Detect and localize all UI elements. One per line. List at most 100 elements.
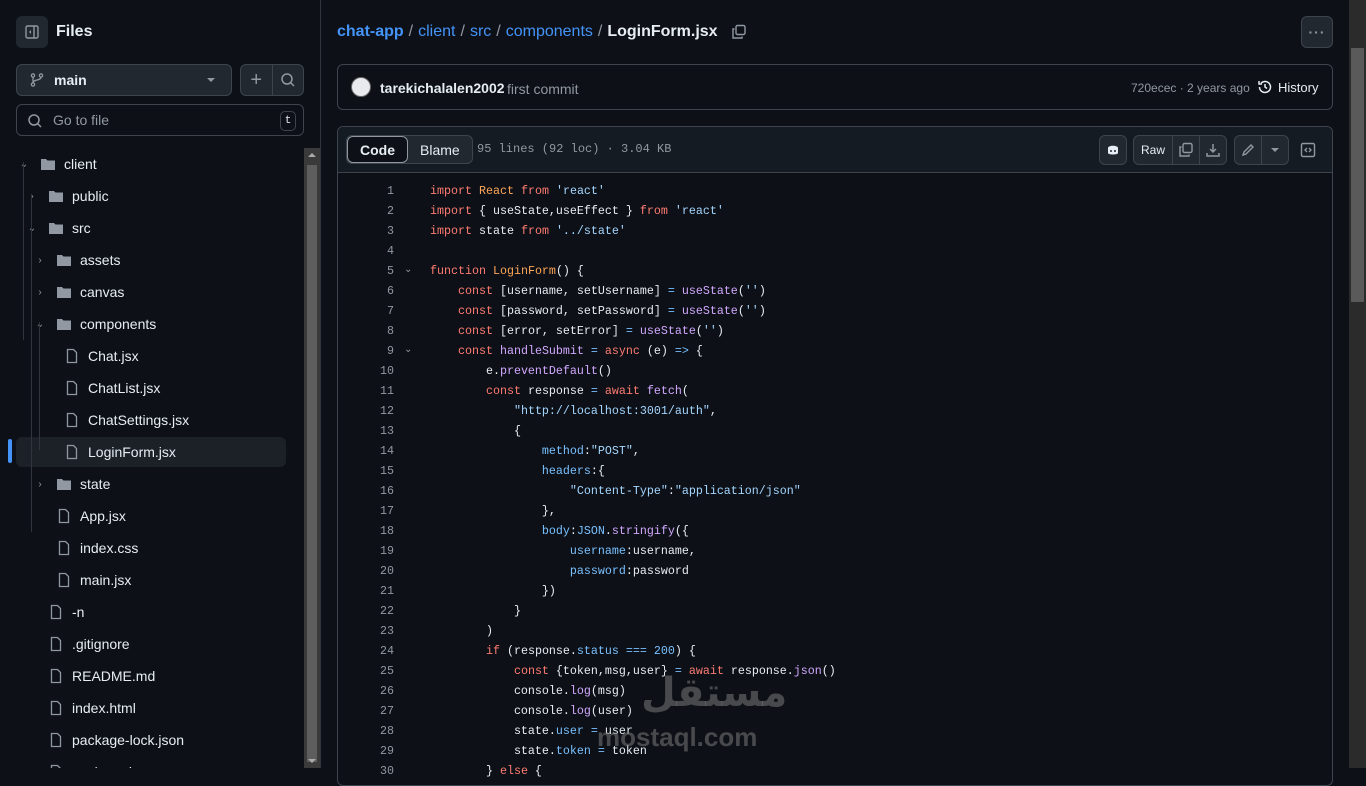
line-number[interactable]: 17 xyxy=(380,501,394,521)
search-icon xyxy=(281,73,295,87)
folder-icon xyxy=(48,188,64,207)
commit-author[interactable]: tarekichalalen2002 xyxy=(380,80,505,96)
copy-raw-button[interactable] xyxy=(1173,136,1200,164)
collapse-sidebar-button[interactable] xyxy=(16,16,48,48)
commit-sha-time[interactable]: 720ecec · 2 years ago xyxy=(1131,81,1250,95)
breadcrumb-client[interactable]: client xyxy=(418,23,455,41)
line-number[interactable]: 29 xyxy=(380,741,394,761)
tree-folder[interactable]: › assets xyxy=(16,245,286,275)
line-number[interactable]: 21 xyxy=(380,581,394,601)
tree-file[interactable]: index.css xyxy=(16,533,286,563)
tab-code[interactable]: Code xyxy=(347,136,408,163)
line-number[interactable]: 22 xyxy=(380,601,394,621)
line-number[interactable]: 18 xyxy=(380,521,394,541)
code-text: } xyxy=(430,604,521,618)
line-number[interactable]: 1 xyxy=(387,181,394,201)
tree-file[interactable]: package.json xyxy=(16,757,286,768)
tree-folder[interactable]: ⌄ components xyxy=(16,309,286,339)
tree-file[interactable]: -n xyxy=(16,597,286,627)
copy-path-icon[interactable] xyxy=(731,24,747,40)
page-scrollbar[interactable] xyxy=(1349,0,1366,768)
line-number[interactable]: 8 xyxy=(387,321,394,341)
chevron-down-icon[interactable]: ⌄ xyxy=(27,223,37,234)
line-number[interactable]: 10 xyxy=(380,361,394,381)
line-number[interactable]: 13 xyxy=(380,421,394,441)
search-button[interactable] xyxy=(273,65,304,95)
line-number[interactable]: 16 xyxy=(380,481,394,501)
line-number[interactable]: 20 xyxy=(380,561,394,581)
chevron-down-icon[interactable]: ⌄ xyxy=(19,159,29,170)
line-number[interactable]: 6 xyxy=(387,281,394,301)
add-file-button[interactable]: + xyxy=(241,65,273,95)
tree-file[interactable]: .gitignore xyxy=(16,629,286,659)
tree-file[interactable]: LoginForm.jsx xyxy=(16,437,286,467)
line-number[interactable]: 5 xyxy=(387,261,394,281)
line-number[interactable]: 3 xyxy=(387,221,394,241)
tree-folder[interactable]: ⌄ client xyxy=(16,149,286,179)
line-number[interactable]: 14 xyxy=(380,441,394,461)
download-button[interactable] xyxy=(1200,136,1226,164)
code-text: const [error, setError] = useState('') xyxy=(457,324,724,338)
tree-folder[interactable]: › state xyxy=(16,469,286,499)
tree-file[interactable]: ChatSettings.jsx xyxy=(16,405,286,435)
code-text: method:"POST", xyxy=(541,444,640,458)
breadcrumb-src[interactable]: src xyxy=(470,23,491,41)
code-line: 1 import React from 'react' xyxy=(338,181,1332,201)
commit-message[interactable]: first commit xyxy=(507,81,579,97)
chevron-down-icon[interactable]: ⌄ xyxy=(404,341,412,361)
plus-icon: + xyxy=(250,68,263,91)
tree-file[interactable]: main.jsx xyxy=(16,565,286,595)
line-number[interactable]: 24 xyxy=(380,641,394,661)
sidebar-scrollbar[interactable] xyxy=(304,148,320,768)
breadcrumb-repo[interactable]: chat-app xyxy=(337,23,404,41)
chevron-down-icon[interactable]: ⌄ xyxy=(404,261,412,281)
line-number[interactable]: 15 xyxy=(380,461,394,481)
line-number[interactable]: 25 xyxy=(380,661,394,681)
line-number[interactable]: 12 xyxy=(380,401,394,421)
raw-button[interactable]: Raw xyxy=(1134,136,1173,164)
line-number[interactable]: 7 xyxy=(387,301,394,321)
tree-file[interactable]: ChatList.jsx xyxy=(16,373,286,403)
branch-selector[interactable]: main xyxy=(16,64,232,96)
line-number[interactable]: 30 xyxy=(380,761,394,781)
line-number[interactable]: 4 xyxy=(387,241,394,261)
code-text: state.user = user xyxy=(430,724,633,738)
tree-file[interactable]: index.html xyxy=(16,693,286,723)
tab-blame[interactable]: Blame xyxy=(408,136,472,163)
tree-file[interactable]: README.md xyxy=(16,661,286,691)
tree-folder[interactable]: ⌄ src xyxy=(16,213,286,243)
avatar[interactable] xyxy=(351,77,371,97)
chevron-right-icon[interactable]: › xyxy=(35,287,45,298)
go-to-file-input[interactable]: Go to file t xyxy=(16,104,304,136)
line-number[interactable]: 19 xyxy=(380,541,394,561)
tree-file[interactable]: package-lock.json xyxy=(16,725,286,755)
line-number[interactable]: 2 xyxy=(387,201,394,221)
tree-folder[interactable]: › canvas xyxy=(16,277,286,307)
line-number[interactable]: 11 xyxy=(380,381,394,401)
chevron-right-icon[interactable]: › xyxy=(35,479,45,490)
tree-folder[interactable]: › public xyxy=(16,181,286,211)
chevron-right-icon[interactable]: › xyxy=(27,191,37,202)
tree-guide-line xyxy=(31,194,32,532)
copilot-button[interactable] xyxy=(1099,135,1127,165)
line-number[interactable]: 27 xyxy=(380,701,394,721)
more-options-button[interactable]: ··· xyxy=(1301,16,1333,48)
breadcrumb-components[interactable]: components xyxy=(506,23,593,41)
file-icon xyxy=(48,700,64,719)
edit-dropdown-button[interactable] xyxy=(1262,136,1288,164)
tree-guide-line xyxy=(39,322,40,450)
line-number[interactable]: 23 xyxy=(380,621,394,641)
code-text: "http://localhost:3001/auth", xyxy=(513,404,717,418)
history-button[interactable]: History xyxy=(1257,79,1318,95)
tree-item-label: ChatSettings.jsx xyxy=(88,412,190,428)
edit-button[interactable] xyxy=(1235,136,1262,164)
tree-file[interactable]: App.jsx xyxy=(16,501,286,531)
code-line: 18 body:JSON.stringify({ xyxy=(338,521,1332,541)
tree-file[interactable]: Chat.jsx xyxy=(16,341,286,371)
line-number[interactable]: 26 xyxy=(380,681,394,701)
symbols-panel-button[interactable] xyxy=(1300,142,1316,161)
line-number[interactable]: 28 xyxy=(380,721,394,741)
line-number[interactable]: 9 xyxy=(387,341,394,361)
chevron-down-icon[interactable]: ⌄ xyxy=(35,319,45,330)
chevron-right-icon[interactable]: › xyxy=(35,255,45,266)
